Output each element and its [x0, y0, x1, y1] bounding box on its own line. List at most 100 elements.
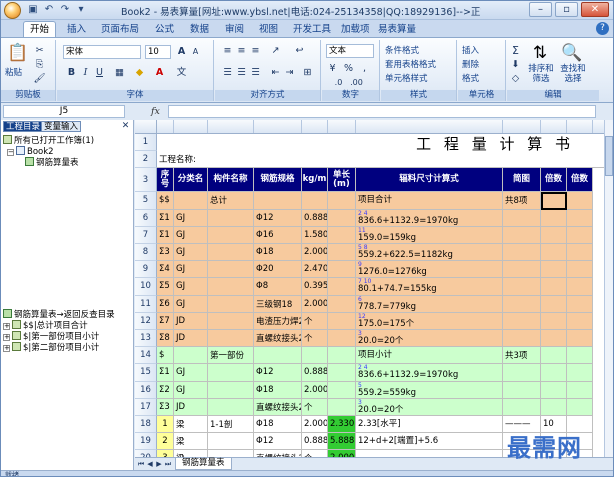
- vertical-scrollbar[interactable]: [604, 120, 613, 457]
- cell-multiplier[interactable]: [541, 381, 567, 399]
- row-header[interactable]: 19: [135, 433, 157, 451]
- row-header[interactable]: 3: [135, 168, 157, 193]
- cell-component[interactable]: [208, 330, 254, 348]
- cell-category[interactable]: GJ: [174, 261, 208, 279]
- close-panel-icon[interactable]: ✕: [119, 120, 132, 133]
- cell-seq[interactable]: Σ4: [157, 261, 174, 279]
- cell-multiplier-2[interactable]: [567, 312, 593, 330]
- cell-seq[interactable]: Σ1: [157, 226, 174, 244]
- row-header[interactable]: 17: [135, 398, 157, 416]
- cell-category[interactable]: [174, 192, 208, 210]
- row-header[interactable]: 7: [135, 226, 157, 244]
- bold-icon[interactable]: B: [65, 66, 78, 79]
- cell-seq[interactable]: Σ7: [157, 312, 174, 330]
- header-kgm[interactable]: kg/m: [302, 168, 328, 193]
- row-header[interactable]: 15: [135, 364, 157, 382]
- tab-addins[interactable]: 加载项: [335, 22, 376, 37]
- cell-calc[interactable]: 6 778.7=779kg: [356, 295, 503, 313]
- cell-category[interactable]: GJ: [174, 209, 208, 227]
- row-header[interactable]: 6: [135, 209, 157, 227]
- cell-component[interactable]: [208, 433, 254, 451]
- cell-sketch[interactable]: [503, 209, 541, 227]
- conditional-format-button[interactable]: 条件格式: [385, 44, 419, 58]
- cell-sketch[interactable]: [503, 261, 541, 279]
- cell-category[interactable]: GJ: [174, 278, 208, 296]
- cell-category[interactable]: 梁: [174, 433, 208, 451]
- cell-multiplier-2[interactable]: [567, 364, 593, 382]
- cell-kgm[interactable]: 0.888: [302, 364, 328, 382]
- cell-kgm[interactable]: 2.000: [302, 295, 328, 313]
- header-multiplier-2[interactable]: 倍数: [567, 168, 593, 193]
- cell-calc[interactable]: 5 559.2=559kg: [356, 381, 503, 399]
- cell-multiplier-2[interactable]: [567, 381, 593, 399]
- wrap-text-icon[interactable]: ↩: [293, 44, 306, 57]
- minimize-button[interactable]: –: [529, 2, 552, 17]
- tab-ybsl[interactable]: 易表算量: [372, 22, 422, 37]
- cell-spec[interactable]: 三级钢18: [254, 295, 302, 313]
- cell-kgm[interactable]: 个: [302, 330, 328, 348]
- row-header[interactable]: 11: [135, 295, 157, 313]
- cell-kgm[interactable]: 0.888: [302, 209, 328, 227]
- format-cells-button[interactable]: 格式: [462, 72, 479, 86]
- tree-item-part2[interactable]: + $|第二部份项目小计: [3, 342, 99, 354]
- expand-icon[interactable]: +: [3, 345, 10, 352]
- cell-multiplier[interactable]: [541, 364, 567, 382]
- header-category[interactable]: 分类名: [174, 168, 208, 193]
- cell-multiplier[interactable]: [541, 312, 567, 330]
- tab-home[interactable]: 开始: [23, 21, 57, 37]
- font-size-select[interactable]: 10: [145, 45, 171, 59]
- cell-length[interactable]: [328, 278, 356, 296]
- fill-icon[interactable]: ⬇: [509, 58, 522, 71]
- cell-category[interactable]: JD: [174, 398, 208, 416]
- underline-icon[interactable]: U: [93, 66, 106, 79]
- header-component[interactable]: 构件名称: [208, 168, 254, 193]
- worksheet-grid[interactable]: 1工 程 量 计 算 书 2 工程名称: 3 序号 分类名 构件名称 钢筋规格 kg/m 单长(m…: [135, 120, 604, 457]
- help-icon[interactable]: ?: [596, 22, 609, 35]
- cell-category[interactable]: 梁: [174, 450, 208, 457]
- cell-multiplier-2[interactable]: [567, 209, 593, 227]
- header-multiplier[interactable]: 倍数: [541, 168, 567, 193]
- header-sketch[interactable]: 简图: [503, 168, 541, 193]
- border-icon[interactable]: ▦: [113, 66, 126, 79]
- merge-center-icon[interactable]: ⊞: [301, 66, 314, 79]
- cell-category[interactable]: [174, 347, 208, 365]
- format-painter-icon[interactable]: 🖌: [33, 72, 46, 85]
- cell-length[interactable]: [328, 381, 356, 399]
- cell-spec[interactable]: 直螺纹接头25: [254, 450, 302, 457]
- cell-spec[interactable]: Φ8: [254, 278, 302, 296]
- cell-multiplier-2[interactable]: [567, 347, 593, 365]
- align-left-icon[interactable]: ☰: [221, 66, 234, 79]
- tab-formulas[interactable]: 公式: [149, 22, 180, 37]
- cell-kgm[interactable]: 个: [302, 398, 328, 416]
- cell-spec[interactable]: Φ20: [254, 261, 302, 279]
- cell-multiplier[interactable]: [541, 226, 567, 244]
- sort-filter-button[interactable]: 排序和筛选: [525, 64, 557, 84]
- cell-component[interactable]: [208, 364, 254, 382]
- cell-component[interactable]: 1-1剖: [208, 416, 254, 434]
- cell-multiplier-2[interactable]: [567, 398, 593, 416]
- cell-category[interactable]: 梁: [174, 416, 208, 434]
- first-sheet-icon[interactable]: ⏮: [137, 459, 145, 469]
- cell-calc[interactable]: 2 4 836.6+1132.9=1970kg: [356, 209, 503, 227]
- cell-multiplier[interactable]: [541, 347, 567, 365]
- row-header[interactable]: 10: [135, 278, 157, 296]
- cell-seq[interactable]: Σ1: [157, 209, 174, 227]
- tab-page-layout[interactable]: 页面布局: [95, 22, 145, 37]
- cell-sketch[interactable]: 共3项: [503, 347, 541, 365]
- currency-icon[interactable]: ¥: [326, 62, 339, 75]
- cell-kgm[interactable]: 个: [302, 450, 328, 457]
- cell-seq[interactable]: $$: [157, 192, 174, 210]
- sort-filter-icon[interactable]: ⇅: [529, 42, 551, 64]
- cell-seq[interactable]: 2: [157, 433, 174, 451]
- number-format-select[interactable]: 文本: [326, 44, 374, 58]
- cell-component[interactable]: [208, 398, 254, 416]
- header-spec[interactable]: 钢筋规格: [254, 168, 302, 193]
- prev-sheet-icon[interactable]: ◀: [146, 459, 154, 469]
- cell-calc[interactable]: [356, 450, 503, 457]
- comma-icon[interactable]: ,: [358, 62, 371, 75]
- copy-icon[interactable]: ⎘: [33, 58, 46, 71]
- cell-sketch[interactable]: [503, 381, 541, 399]
- cell-component[interactable]: [208, 226, 254, 244]
- cell-sketch[interactable]: [503, 244, 541, 262]
- cell-multiplier[interactable]: [541, 278, 567, 296]
